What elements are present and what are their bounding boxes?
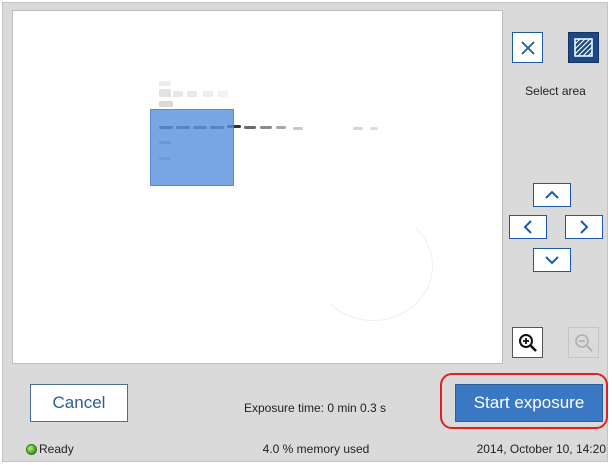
- gel-band: [203, 91, 213, 97]
- capture-window: Select area Cancel Exposure time: 0 min …: [2, 2, 608, 462]
- gel-edge: [313, 211, 433, 321]
- chevron-down-icon: [545, 256, 559, 265]
- gel-band: [260, 126, 272, 129]
- image-preview[interactable]: [12, 10, 503, 364]
- status-text: Ready: [39, 442, 74, 456]
- datetime: 2014, October 10, 14:20: [476, 442, 606, 456]
- gel-band: [293, 127, 303, 130]
- gel-band: [370, 127, 378, 130]
- gel-band: [159, 81, 171, 86]
- hatched-square-icon: [574, 38, 593, 57]
- zoom-in-icon: [518, 333, 537, 352]
- chevron-up-icon: [545, 190, 559, 199]
- gel-band: [244, 126, 256, 129]
- zoom-in-button[interactable]: [512, 327, 543, 358]
- status-bar: Ready 4.0 % memory used 2014, October 10…: [3, 441, 607, 461]
- chevron-right-icon: [580, 220, 589, 234]
- close-button[interactable]: [512, 32, 543, 63]
- close-icon: [520, 40, 535, 55]
- memory-usage: 4.0 % memory used: [262, 442, 370, 456]
- pan-down-button[interactable]: [533, 248, 571, 272]
- status-indicator-icon: [26, 444, 37, 455]
- gel-band: [159, 101, 173, 107]
- zoom-out-button[interactable]: [568, 327, 599, 358]
- selection-area[interactable]: [150, 109, 234, 186]
- gel-band: [159, 89, 171, 97]
- gel-band: [353, 127, 363, 130]
- gel-band: [173, 91, 183, 97]
- pan-right-button[interactable]: [565, 215, 603, 239]
- select-area-label: Select area: [525, 84, 586, 98]
- gel-band: [218, 91, 228, 97]
- zoom-out-icon: [574, 333, 593, 352]
- pan-left-button[interactable]: [509, 215, 547, 239]
- pan-up-button[interactable]: [533, 183, 571, 207]
- start-exposure-button[interactable]: Start exposure: [455, 384, 603, 422]
- exposure-time: Exposure time: 0 min 0.3 s: [243, 401, 387, 415]
- cancel-button[interactable]: Cancel: [30, 384, 128, 422]
- select-area-button[interactable]: [568, 32, 599, 63]
- gel-band: [276, 126, 286, 129]
- gel-band: [187, 91, 197, 97]
- chevron-left-icon: [523, 220, 532, 234]
